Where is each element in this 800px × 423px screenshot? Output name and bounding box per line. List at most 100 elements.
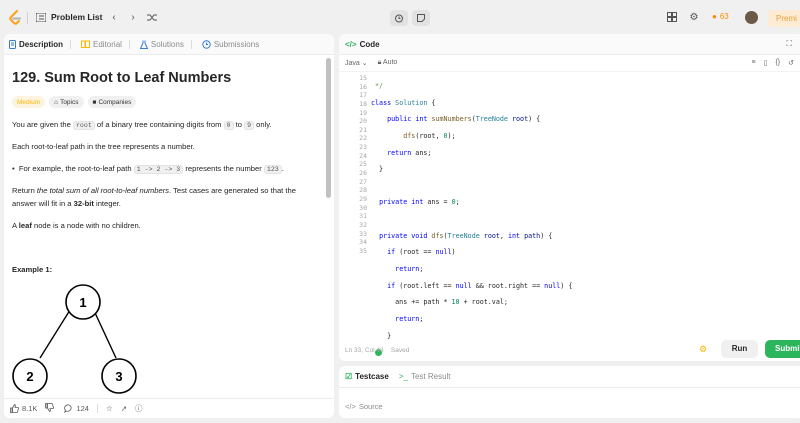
footer-divider [96,404,98,413]
dislike-button[interactable] [45,403,55,414]
text: . [281,164,284,173]
topics-label: Topics [60,98,79,106]
code-header: </> Code ⛶ [339,34,800,55]
flask-icon [139,40,148,49]
shuffle-icon[interactable] [146,11,158,23]
tab-description[interactable]: Description [9,39,72,49]
problem-list-label: Problem List [51,12,103,22]
emphasis-text: the total sum of all root-to-leaf number… [36,186,170,195]
topics-tag[interactable]: ⌂ Topics [49,96,84,108]
inline-code: 0 [223,121,234,130]
leetcode-logo-icon[interactable] [8,10,22,26]
premium-button[interactable]: Premi [768,10,800,27]
text: For example, the root-to-leaf path [18,164,134,173]
format-icon[interactable]: ≡ [751,59,755,67]
tab-description-label: Description [19,39,64,49]
companies-tag[interactable]: ■ Companies [87,96,137,108]
comment-icon [64,404,72,413]
tab-editorial-label: Editorial [93,39,122,49]
description-paragraph-4: Return the total sum of all root-to-leaf… [12,184,317,210]
bookmark-icon[interactable]: ▯ [764,59,768,67]
tree-leaf-nodes: 2 3 [12,358,137,394]
expand-icon[interactable]: ⛶ [786,39,792,49]
description-scrollbar[interactable] [326,58,331,198]
star-icon[interactable]: ☆ [106,404,113,413]
reset-icon[interactable]: ↺ [788,59,794,67]
inline-code: 123 [263,165,282,174]
description-paragraph-2: Each root-to-leaf path in the tree repre… [12,142,195,151]
text: to [233,120,245,129]
note-icon [417,14,425,22]
tree-node-2: 2 [26,369,33,384]
share-icon[interactable]: ↗ [121,404,127,413]
bold-text: leaf [18,221,32,230]
companies-label: Companies [98,98,132,106]
alarm-clock-icon [395,14,403,23]
user-avatar[interactable] [745,11,758,24]
binary-tree-diagram: 1 [39,284,117,359]
submit-button[interactable]: Submit [765,340,800,358]
notes-button[interactable] [412,10,430,26]
description-panel: Description Editorial Solutions Submissi… [4,34,334,418]
tab-solutions-label: Solutions [150,39,184,49]
document-icon [9,39,16,49]
tab-submissions[interactable]: Submissions [202,40,259,49]
problem-list-button[interactable]: Problem List [36,12,102,22]
streak-counter[interactable]: ● 63 [712,12,729,21]
braces-icon[interactable]: {} [775,59,780,67]
thumbs-up-icon [10,404,19,413]
like-count: 8.1K [22,404,38,413]
like-button[interactable]: 8.1K [10,404,37,413]
problem-title: 129. Sum Root to Leaf Numbers [12,70,232,86]
source-toggle[interactable]: </> Source [345,402,383,411]
language-label: Java [345,60,360,67]
inline-code: root [72,121,95,130]
tree-node-1: 1 [79,295,86,310]
tab-divider [190,39,192,49]
code-editor-panel: </> Code ⛶ Java ⌄ 🔒︎ Auto ≡ ▯ {} ↺ 15 16 1… [339,34,800,361]
text: You are given the [12,120,73,129]
list-icon [36,12,46,22]
help-icon[interactable]: ⓘ [135,403,143,414]
comment-count: 124 [76,404,89,413]
layout-grid-icon[interactable] [666,11,678,23]
text: Return [12,186,37,195]
saved-status: Saved [390,347,410,354]
text: integer. [93,199,121,208]
console-tabs: ☑ Testcase >_ Test Result [339,366,800,388]
code-text-area[interactable]: */ class Solution { public int sumNumber… [371,74,572,361]
tree-node-3: 3 [115,369,122,384]
description-paragraph-5: A leaf node is a node with no children. [12,219,141,232]
tab-submissions-label: Submissions [213,39,260,49]
tab-test-result[interactable]: >_ Test Result [399,372,451,381]
editor-tool-icons: ≡ ▯ {} ↺ [751,59,794,67]
tab-solutions[interactable]: Solutions [139,39,192,49]
auto-indicator[interactable]: 🔒︎ Auto [378,59,398,67]
text: represents the number [183,164,264,173]
run-button[interactable]: Run [721,340,758,358]
code-brackets-icon: </> [345,39,357,49]
prev-problem-icon[interactable]: ‹ [108,11,120,23]
checkbox-icon: ☑ [345,372,353,381]
description-footer: 8.1K 124 ☆ ↗ ⓘ [4,398,334,418]
tab-testcase[interactable]: ☑ Testcase [345,372,389,381]
tab-editorial[interactable]: Editorial [81,39,130,49]
description-tabs: Description Editorial Solutions Submissi… [4,34,334,55]
language-select[interactable]: Java ⌄ [345,59,368,67]
thumbs-down-icon [45,403,55,412]
tab-testcase-label: Testcase [355,372,389,381]
text: only. [254,120,272,129]
example-heading: Example 1: [12,265,53,274]
settings-gear-icon[interactable]: ⚙ [688,11,700,23]
tag-icon: ⌂ [54,98,59,106]
debug-icon[interactable]: ⚙ [699,344,707,355]
comments-button[interactable]: 124 [64,404,89,413]
tab-divider [70,39,72,49]
code-brackets-icon: </> [345,402,356,411]
timer-button[interactable] [390,10,408,26]
next-problem-icon[interactable]: › [127,11,139,23]
auto-label: Auto [382,59,398,66]
text: node is a node with no children. [31,221,141,230]
difficulty-badge[interactable]: Medium [12,96,46,108]
inline-code: 1 -> 2 -> 3 [133,165,184,174]
